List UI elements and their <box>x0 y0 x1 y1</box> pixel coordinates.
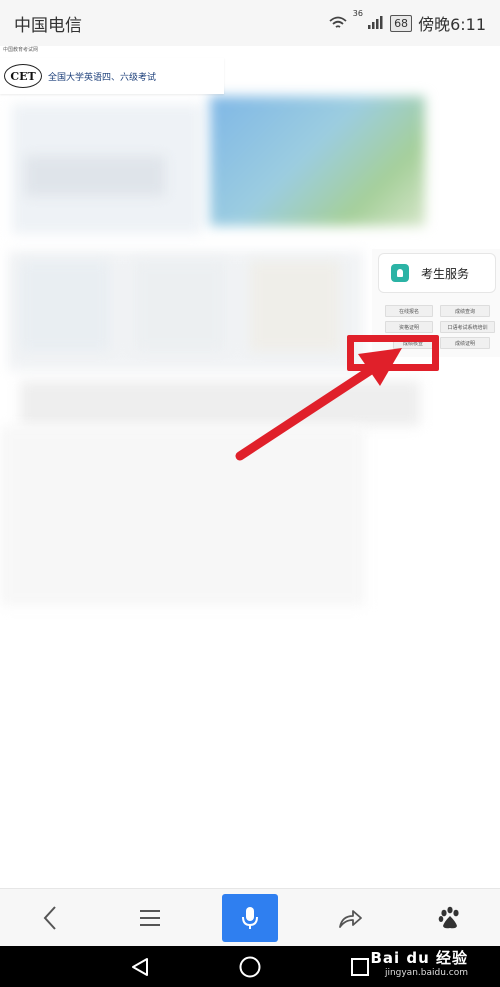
online-registration-button[interactable]: 在线报名 <box>385 305 433 317</box>
back-triangle-icon <box>132 958 148 976</box>
score-query-button[interactable]: 成绩查询 <box>440 305 490 317</box>
nav-back-button[interactable] <box>126 953 154 981</box>
microphone-icon <box>242 907 258 929</box>
blurred-card <box>250 261 340 351</box>
status-indicators: 36 68 傍晚6:11 <box>329 8 486 35</box>
blurred-banner-image <box>210 96 425 226</box>
network-type-label: 36 <box>352 8 363 18</box>
home-circle-icon <box>239 956 261 978</box>
wifi-icon <box>329 16 347 28</box>
nav-home-button[interactable] <box>236 953 264 981</box>
recents-square-icon <box>351 958 369 976</box>
qualification-cert-button[interactable]: 资格证明 <box>385 321 433 333</box>
menu-icon <box>140 910 160 926</box>
site-topbar-label: 中国教育考试网 <box>3 47 39 53</box>
site-header[interactable]: CET 全国大学英语四、六级考试 <box>0 58 224 94</box>
carrier-label: 中国电信 <box>14 15 82 36</box>
back-button[interactable] <box>22 894 78 942</box>
baidu-home-button[interactable] <box>422 894 478 942</box>
site-title: 全国大学英语四、六级考试 <box>48 72 157 83</box>
back-icon <box>43 906 56 930</box>
oral-exam-training-button[interactable]: 口语考试系统培训 <box>440 321 495 333</box>
baidu-paw-icon <box>438 906 459 929</box>
annotation-arrow <box>235 348 402 461</box>
web-page: 中国教育考试网 CET 全国大学英语四、六级考试 考生服务 在线报名 成绩查询 … <box>0 46 500 888</box>
cet-logo: CET <box>4 64 42 88</box>
signal-icon <box>368 15 383 29</box>
service-header[interactable]: 考生服务 <box>378 253 496 293</box>
service-title: 考生服务 <box>421 266 470 281</box>
browser-toolbar <box>0 888 500 947</box>
baidu-jingyan-watermark: Bai du 经验 jingyan.baidu.com <box>370 949 468 978</box>
blurred-content <box>25 156 165 196</box>
battery-indicator: 68 <box>390 14 413 32</box>
menu-button[interactable] <box>122 894 178 942</box>
status-bar: 中国电信 36 68 傍晚6:11 <box>0 0 500 46</box>
voice-search-button[interactable] <box>222 894 278 942</box>
share-button[interactable] <box>322 894 378 942</box>
clock: 傍晚6:11 <box>418 15 486 34</box>
user-card-icon <box>391 264 409 282</box>
blurred-card <box>135 261 225 351</box>
blurred-card <box>20 261 110 351</box>
share-icon <box>339 910 362 928</box>
